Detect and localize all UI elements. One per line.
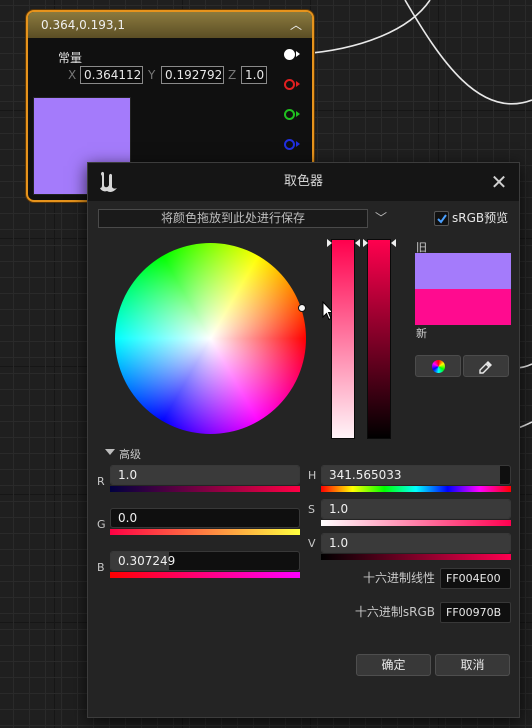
z-axis-label: Z bbox=[228, 68, 237, 82]
value-slider-handle-right[interactable] bbox=[391, 239, 396, 247]
chevron-up-icon[interactable]: ︿ bbox=[290, 12, 302, 38]
v-field-fill bbox=[322, 534, 510, 552]
v-field[interactable]: 1.0 bbox=[321, 533, 511, 553]
g-field[interactable]: 0.0 bbox=[110, 508, 300, 528]
node-label: 常量 bbox=[58, 51, 83, 65]
b-value: 0.307249 bbox=[118, 554, 176, 568]
s-field-fill bbox=[322, 500, 510, 518]
g-label: G bbox=[97, 518, 106, 531]
chevron-down-icon[interactable]: ﹀ bbox=[375, 209, 387, 228]
checkmark-icon bbox=[437, 214, 447, 224]
srgb-preview-label: sRGB预览 bbox=[452, 211, 509, 225]
color-wheel-selector[interactable] bbox=[298, 304, 306, 312]
value-slider-handle-left[interactable] bbox=[363, 239, 368, 247]
g-value: 0.0 bbox=[118, 511, 138, 525]
hex-srgb-label: 十六进制sRGB bbox=[354, 605, 435, 619]
h-gradient-bar bbox=[321, 486, 511, 492]
v-label: V bbox=[308, 537, 316, 550]
r-field[interactable]: 1.0 bbox=[110, 465, 300, 485]
old-color-swatch bbox=[415, 253, 511, 289]
s-label: S bbox=[308, 503, 315, 516]
h-label: H bbox=[308, 469, 317, 482]
advanced-section-label[interactable]: 高级 bbox=[119, 446, 141, 462]
saved-colors-drop-area[interactable]: 将颜色拖放到此处进行保存 bbox=[98, 209, 368, 228]
close-icon[interactable]: ✕ bbox=[488, 171, 510, 193]
r-field-fill bbox=[111, 466, 299, 484]
value-slider[interactable] bbox=[367, 239, 391, 439]
srgb-preview-checkbox[interactable] bbox=[434, 211, 449, 226]
title-bar[interactable]: 取色器 ✕ bbox=[88, 163, 519, 201]
node-title[interactable]: 0.364,0.193,1 bbox=[28, 12, 312, 38]
z-value-field[interactable]: 1.0 bbox=[241, 66, 267, 84]
b-gradient-bar bbox=[110, 572, 300, 578]
saturation-slider-handle-left[interactable] bbox=[327, 239, 332, 247]
x-value-field[interactable]: 0.364112 bbox=[80, 66, 143, 84]
dialog-title: 取色器 bbox=[283, 174, 323, 189]
r-label: R bbox=[97, 475, 105, 488]
r-value: 1.0 bbox=[118, 468, 138, 482]
color-picker-dialog: 取色器 ✕ 将颜色拖放到此处进行保存 ﹀ sRGB预览 旧 新 高级 R 1.0 bbox=[87, 162, 520, 718]
color-wheel-button[interactable] bbox=[415, 355, 461, 377]
v-value: 1.0 bbox=[329, 536, 349, 550]
hex-linear-field[interactable]: FF004E00 bbox=[440, 568, 511, 589]
color-wheel-icon bbox=[432, 360, 445, 373]
s-field[interactable]: 1.0 bbox=[321, 499, 511, 519]
h-field[interactable]: 341.565033 bbox=[321, 465, 511, 485]
hex-linear-label: 十六进制线性 bbox=[362, 571, 435, 585]
s-gradient-bar bbox=[321, 520, 511, 526]
advanced-expand-icon[interactable] bbox=[105, 449, 115, 455]
new-color-swatch bbox=[415, 289, 511, 325]
saturation-slider-handle-right[interactable] bbox=[355, 239, 360, 247]
color-wheel[interactable] bbox=[115, 243, 306, 434]
hex-srgb-field[interactable]: FF00970B bbox=[440, 602, 511, 623]
eyedropper-button[interactable] bbox=[463, 355, 509, 377]
cancel-button[interactable]: 取消 bbox=[435, 654, 510, 676]
eyedropper-icon bbox=[479, 361, 492, 374]
b-field[interactable]: 0.307249 bbox=[110, 551, 300, 571]
y-value-field[interactable]: 0.192792 bbox=[161, 66, 224, 84]
b-label: B bbox=[97, 561, 105, 574]
ok-button[interactable]: 确定 bbox=[356, 654, 431, 676]
y-axis-label: Y bbox=[148, 68, 156, 82]
v-gradient-bar bbox=[321, 554, 511, 560]
r-gradient-bar bbox=[110, 486, 300, 492]
g-gradient-bar bbox=[110, 529, 300, 535]
x-axis-label: X bbox=[68, 68, 77, 82]
h-value: 341.565033 bbox=[329, 468, 402, 482]
new-color-label: 新 bbox=[416, 327, 427, 340]
s-value: 1.0 bbox=[329, 502, 349, 516]
saturation-slider[interactable] bbox=[331, 239, 355, 439]
